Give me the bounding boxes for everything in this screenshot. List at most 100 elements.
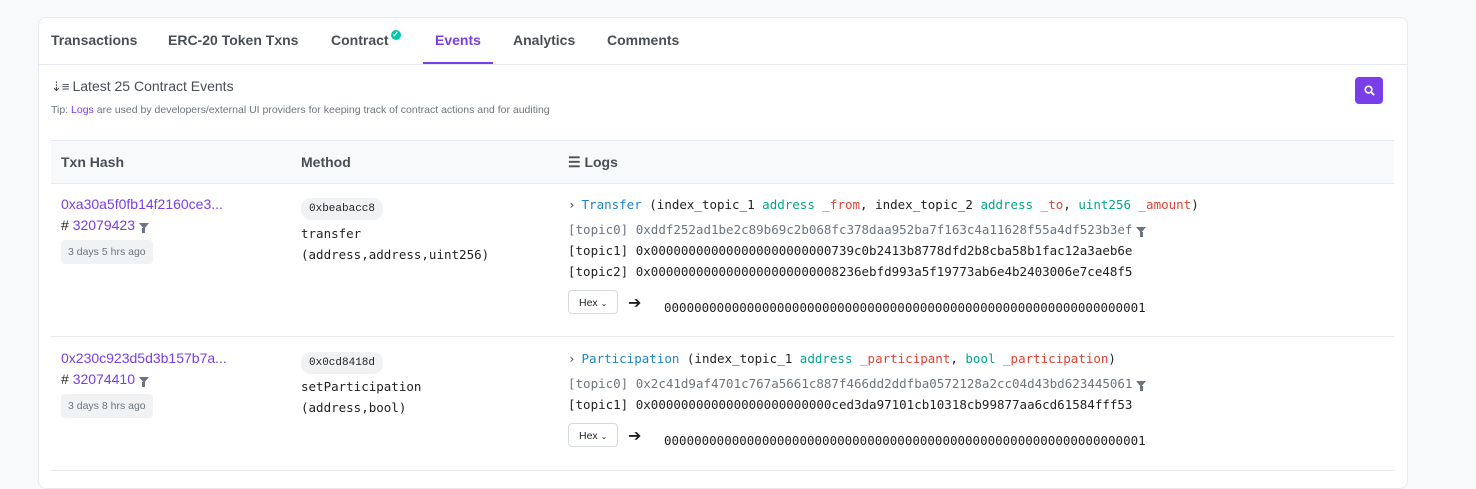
tip-text: are used by developers/external UI provi…: [93, 104, 550, 116]
filter-icon[interactable]: [1136, 381, 1147, 391]
data-value: 0000000000000000000000000000000000000000…: [664, 433, 1146, 448]
tab-label: Analytics: [513, 32, 576, 48]
format-select[interactable]: Hex ⌄: [568, 423, 618, 447]
param-name: _participation: [1003, 351, 1109, 366]
topic1-line: [topic1] 0x000000000000000000000000ced3d…: [568, 397, 1132, 412]
tab-bar: Transactions ERC-20 Token Txns Contract ✓…: [39, 18, 1407, 65]
contract-tabs-card: Transactions ERC-20 Token Txns Contract ✓…: [38, 17, 1408, 489]
events-tip: Tip: Logs are used by developers/externa…: [51, 104, 550, 116]
tab-erc20-token-txns[interactable]: ERC-20 Token Txns: [156, 18, 310, 64]
chevron-right-icon: ›: [568, 197, 576, 212]
topic-label: [topic2]: [568, 264, 629, 279]
topic-label: [topic0]: [568, 222, 629, 237]
data-value: 0000000000000000000000000000000000000000…: [664, 300, 1146, 315]
tab-transactions[interactable]: Transactions: [39, 18, 149, 64]
sig-text: ): [1191, 197, 1199, 212]
param-type: bool: [965, 351, 996, 366]
block-link[interactable]: 32074410: [73, 371, 135, 387]
tab-label: Comments: [607, 32, 680, 48]
block-number: # 32079423: [61, 217, 149, 233]
topic-label: [topic1]: [568, 397, 629, 412]
param-name: _amount: [1138, 197, 1192, 212]
txn-hash-link[interactable]: 0x230c923d5d3b157b7a...: [61, 350, 227, 366]
param-name: _from: [822, 197, 861, 212]
verified-check-icon: ✓: [390, 30, 401, 40]
sig-text: , index_topic_2: [860, 197, 981, 212]
topic-value: 0x000000000000000000000000739c0b2413b877…: [635, 243, 1133, 258]
topic-label: [topic1]: [568, 243, 629, 258]
arrow-right-icon: ➔: [628, 428, 642, 445]
table-header: Txn Hash Method ☰ Logs: [51, 140, 1394, 184]
topic-value: 0x2c41d9af4701c767a5661c887f466dd2ddfba0…: [635, 376, 1133, 391]
topic0-line: [topic0] 0xddf252ad1be2c89b69c2b068fc378…: [568, 222, 1147, 237]
param-name: _participant: [860, 351, 951, 366]
arrow-right-icon: ➔: [628, 295, 642, 312]
chevron-down-icon: ⌄: [600, 299, 608, 308]
method-args: (address,address,uint256): [301, 247, 490, 262]
method-signature: transfer (address,address,uint256): [301, 223, 489, 265]
topic-value: 0x0000000000000000000000008236ebfd993a5f…: [635, 264, 1133, 279]
method-id-badge: 0xbeabacc8: [301, 198, 384, 220]
filter-icon[interactable]: [138, 377, 149, 387]
topic2-line: [topic2] 0x0000000000000000000000008236e…: [568, 264, 1132, 279]
header-logs-label: Logs: [584, 154, 618, 170]
header-txn-hash: Txn Hash: [61, 154, 125, 170]
tab-label: Events: [435, 32, 481, 48]
chevron-down-icon: ⌄: [600, 432, 608, 441]
search-events-button[interactable]: [1355, 77, 1383, 104]
tab-contract[interactable]: Contract ✓: [319, 18, 413, 64]
event-signature[interactable]: › Participation (index_topic_1 address _p…: [568, 351, 1116, 366]
logs-link[interactable]: Logs: [71, 104, 94, 116]
tab-comments[interactable]: Comments: [595, 18, 691, 64]
tab-analytics[interactable]: Analytics: [501, 18, 587, 64]
search-icon: [1363, 85, 1375, 96]
sig-text: ,: [1063, 197, 1079, 212]
param-type: address: [799, 351, 853, 366]
table-row: 0x230c923d5d3b157b7a... # 32074410 3 day…: [51, 337, 1394, 471]
tab-label: ERC-20 Token Txns: [168, 32, 299, 48]
method-id-badge: 0x0cd8418d: [301, 352, 384, 374]
method-signature: setParticipation (address,bool): [301, 376, 421, 418]
header-logs: ☰ Logs: [568, 154, 618, 171]
age-badge: 3 days 8 hrs ago: [61, 394, 153, 418]
event-name: Transfer: [581, 197, 642, 212]
param-type: uint256: [1078, 197, 1131, 212]
tab-events[interactable]: Events: [423, 18, 493, 64]
topic-value: 0xddf252ad1be2c89b69c2b068fc378daa952ba7…: [635, 222, 1133, 237]
filter-icon[interactable]: [1136, 227, 1147, 237]
table-row: 0xa30a5f0fb14f2160ce3... # 32079423 3 da…: [51, 183, 1394, 337]
sig-text: (index_topic_1: [641, 197, 763, 212]
tab-label: Contract: [331, 32, 389, 48]
sig-text: ): [1108, 351, 1116, 366]
format-selected: Hex: [579, 430, 598, 442]
events-heading: ⇣≡ Latest 25 Contract Events: [51, 78, 234, 95]
topic-label: [topic0]: [568, 376, 629, 391]
tip-prefix: Tip:: [51, 104, 72, 116]
block-prefix: #: [61, 371, 73, 387]
list-indent-icon: ☰: [568, 154, 581, 170]
txn-hash-link[interactable]: 0xa30a5f0fb14f2160ce3...: [61, 196, 223, 212]
param-type: address: [762, 197, 815, 212]
topic0-line: [topic0] 0x2c41d9af4701c767a5661c887f466…: [568, 376, 1147, 391]
param-name: _to: [1040, 197, 1064, 212]
filter-icon[interactable]: [138, 223, 149, 233]
event-signature[interactable]: › Transfer (index_topic_1 address _from, …: [568, 197, 1199, 212]
sort-amount-down-icon: ⇣≡: [51, 79, 70, 94]
header-method: Method: [301, 154, 351, 170]
param-type: address: [980, 197, 1034, 212]
method-name: transfer: [301, 226, 362, 241]
event-name: Participation: [581, 351, 680, 366]
tab-label: Transactions: [51, 32, 138, 48]
format-select[interactable]: Hex ⌄: [568, 290, 618, 314]
format-selected: Hex: [579, 297, 598, 309]
sig-text: (index_topic_1: [679, 351, 800, 366]
age-badge: 3 days 5 hrs ago: [61, 240, 153, 264]
topic-value: 0x000000000000000000000000ced3da97101cb1…: [635, 397, 1133, 412]
chevron-right-icon: ›: [568, 351, 576, 366]
block-prefix: #: [61, 217, 73, 233]
method-name: setParticipation: [301, 379, 422, 394]
block-number: # 32074410: [61, 371, 149, 387]
block-link[interactable]: 32079423: [73, 217, 135, 233]
topic1-line: [topic1] 0x000000000000000000000000739c0…: [568, 243, 1132, 258]
sig-text: ,: [950, 351, 966, 366]
